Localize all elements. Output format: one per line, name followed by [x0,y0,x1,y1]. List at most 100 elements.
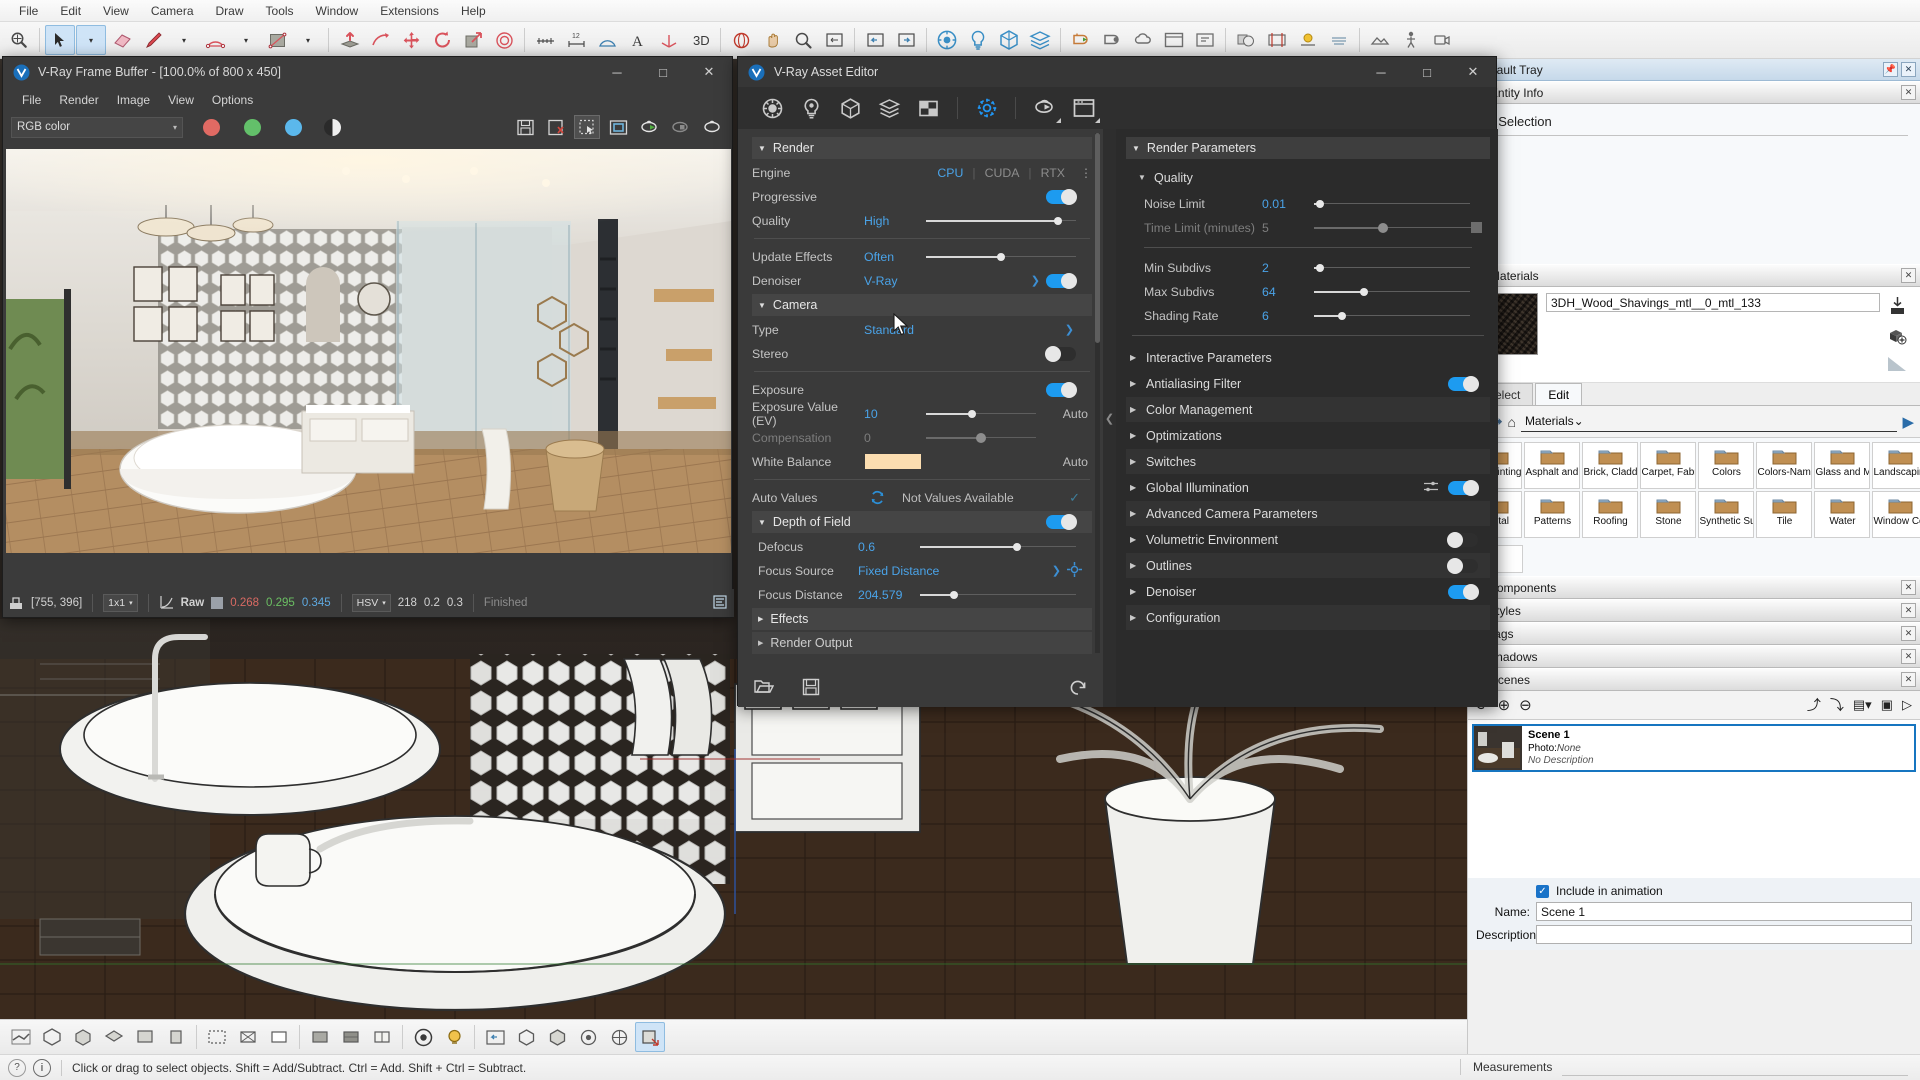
remove-scene-icon[interactable]: ⊖ [1519,696,1532,714]
section-color-management[interactable]: ▶ Color Management [1126,397,1490,422]
scale-tool-icon[interactable] [458,25,488,55]
sandbox-icon[interactable] [1365,25,1395,55]
material-folder[interactable]: Colors [1698,442,1755,489]
section-effects[interactable]: ▶ Effects [752,608,1092,630]
help-icon[interactable]: ? [8,1058,26,1077]
pushpull-tool-icon[interactable] [334,25,364,55]
wireframe-style-icon[interactable] [233,1022,263,1052]
tray-close-icon[interactable]: ✕ [1901,62,1916,77]
vray-interactive-render-icon[interactable] [1097,25,1127,55]
vray-render-elements-icon[interactable] [1025,25,1055,55]
auto-values-refresh-icon[interactable] [864,490,890,505]
material-folder[interactable]: Roofing [1582,491,1639,538]
vfb-rendered-image[interactable] [6,149,731,553]
vfb-menu-image[interactable]: Image [108,90,159,110]
volumetric-environment-toggle[interactable] [1447,531,1478,548]
fit-image-icon[interactable] [605,115,631,139]
material-folder[interactable]: Window Coverings [1872,491,1920,538]
vray-lights-shortcut-icon[interactable] [439,1022,469,1052]
create-material-icon[interactable] [1889,296,1906,320]
section-render-output[interactable]: ▶ Render Output [752,632,1092,654]
colorspace-select[interactable]: HSV ▾ [351,594,391,612]
material-folder[interactable]: Brick, Cladding and Siding [1582,442,1639,489]
rotate-tool-icon[interactable] [427,25,457,55]
tab-settings[interactable] [968,91,1005,125]
material-folder[interactable]: Carpet, Fabric and Textiles [1640,442,1697,489]
section-render-parameters[interactable]: ▼ Render Parameters [1126,137,1490,159]
followme-tool-icon[interactable] [365,25,395,55]
vfb-settings-icon[interactable] [712,594,728,613]
pane-resize-grip[interactable]: ❮ [1103,129,1116,707]
scene-name-input[interactable] [1536,902,1912,921]
tab-render[interactable] [1026,91,1063,125]
vray-asset-editor-shortcut-icon[interactable] [408,1022,438,1052]
engine-option-cuda[interactable]: CUDA [976,166,1029,180]
styles-close-icon[interactable]: ✕ [1901,603,1916,618]
section-configuration[interactable]: ▶ Configuration [1126,605,1490,630]
current-material-name[interactable]: 3DH_Wood_Shavings_mtl__0_mtl_133 [1546,293,1880,312]
vray-frame-buffer-window[interactable]: V-Ray Frame Buffer - [100.0% of 800 x 45… [2,56,734,618]
vray-frame-buffer-icon[interactable] [1159,25,1189,55]
axes-tool-icon[interactable] [654,25,684,55]
fog-icon[interactable] [1324,25,1354,55]
render-stop-teapot-icon[interactable] [667,115,693,139]
curve-icon[interactable] [159,594,174,613]
vray-batch-render-icon[interactable] [1190,25,1220,55]
scene-list-item[interactable]: Scene 1 Photo:None No Description [1472,724,1916,772]
noise-limit-slider[interactable] [1314,197,1470,211]
save-image-icon[interactable] [512,115,538,139]
materials-library-select[interactable]: Materials ⌄ [1520,411,1898,432]
scene-cube2-icon[interactable] [542,1022,572,1052]
save-icon[interactable] [802,678,820,701]
large-tool-set-icon[interactable] [6,1022,36,1052]
component-options-icon[interactable] [573,1022,603,1052]
engine-option-rtx[interactable]: RTX [1032,166,1074,180]
engine-more-icon[interactable]: ⋮ [1080,166,1092,180]
view-options-icon[interactable]: ▤▾ [1853,697,1872,713]
vfb-menu-render[interactable]: Render [50,90,107,110]
defocus-slider[interactable] [920,540,1076,554]
render-start-teapot-icon[interactable] [636,115,662,139]
menu-item-help[interactable]: Help [450,2,497,20]
panel-header-entity-info[interactable]: ▼ Entity Info ✕ [1468,81,1920,104]
defocus-value[interactable]: 0.6 [858,540,920,554]
camera-type-chevron-down-icon[interactable]: ❯ [1065,323,1074,336]
section-camera[interactable]: ▼ Camera [752,294,1092,316]
vfb-close-button[interactable]: ✕ [686,57,732,87]
section-advanced-camera-parameters[interactable]: ▶ Advanced Camera Parameters [1126,501,1490,526]
section-depth-of-field[interactable]: ▼ Depth of Field [752,511,1092,533]
menu-item-file[interactable]: File [8,2,49,20]
vfb-menu-view[interactable]: View [159,90,203,110]
update-effects-slider[interactable] [926,250,1076,264]
vray-geometry-icon[interactable] [994,25,1024,55]
red-channel-icon[interactable] [203,118,220,136]
panel-header-tags[interactable]: ▶ Tags ✕ [1468,622,1920,645]
render-last-teapot-icon[interactable] [698,115,724,139]
camera-type-value[interactable]: Standard [864,323,914,337]
zoom-extents-icon[interactable] [819,25,849,55]
section-interactive-parameters[interactable]: ▶ Interactive Parameters [1126,345,1490,370]
ev-auto-button[interactable]: Auto [1063,407,1092,421]
top-view-icon[interactable] [99,1022,129,1052]
section-outlines[interactable]: ▶ Outlines [1126,553,1490,578]
right-view-icon[interactable] [161,1022,191,1052]
focus-source-chevron-down-icon[interactable]: ❯ [1052,564,1061,577]
vray-asset-editor-window[interactable]: V-Ray Asset Editor ─ □ ✕ ▼ Render Engine… [737,56,1498,707]
shading-rate-slider[interactable] [1314,309,1470,323]
material-folder[interactable]: Stone [1640,491,1697,538]
line-tool-dropdown[interactable]: ▾ [169,25,199,55]
next-view-icon[interactable] [891,25,921,55]
move-down-icon[interactable]: ⤵ [1830,695,1844,715]
library-details-icon[interactable]: ▶ [1902,413,1914,431]
global-illumination-toggle[interactable] [1448,479,1479,496]
rectangle-tool-dropdown[interactable]: ▾ [293,25,323,55]
tab-lights[interactable] [793,91,830,125]
white-balance-auto-button[interactable]: Auto [1063,455,1092,469]
home-icon[interactable]: ⌂ [1507,414,1515,430]
progressive-toggle[interactable] [1046,188,1077,205]
section-optimizations[interactable]: ▶ Optimizations [1126,423,1490,448]
material-folder[interactable]: Synthetic Surfaces [1698,491,1755,538]
focus-source-value[interactable]: Fixed Distance [858,564,939,578]
include-in-animation-checkbox[interactable]: ✓ [1536,884,1549,898]
info-icon[interactable]: i [33,1058,51,1077]
